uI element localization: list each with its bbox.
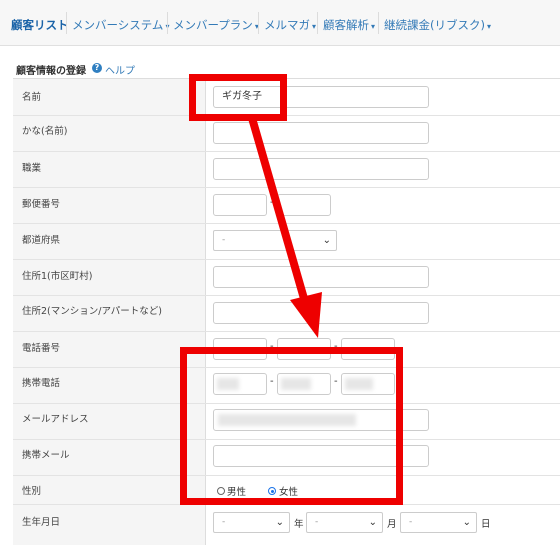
day-unit: 日 (481, 519, 491, 530)
postal-separator: - (270, 197, 274, 208)
chevron-down-icon: ⌄ (462, 517, 471, 528)
help-link[interactable]: ヘルプ (105, 62, 135, 77)
postal-code-first-input[interactable] (213, 194, 267, 216)
kana-input[interactable] (213, 122, 429, 144)
birth-month-select[interactable]: - ⌄ (306, 512, 383, 533)
chevron-down-icon: ▾ (312, 22, 317, 31)
annotation-highlight-contact (180, 347, 403, 505)
birth-year-selected-value: - (222, 517, 226, 527)
row-divider (13, 223, 560, 224)
row-divider (13, 259, 560, 260)
label-kana: かな(名前) (22, 126, 68, 137)
label-prefecture: 都道府県 (22, 235, 61, 246)
birth-year-select[interactable]: - ⌄ (213, 512, 290, 533)
label-postal: 郵便番号 (22, 199, 61, 210)
nav-subscription-billing-label: 継続課金(リブスク) (384, 18, 485, 32)
label-email: メールアドレス (22, 414, 89, 425)
nav-divider (378, 12, 379, 34)
nav-divider (258, 12, 259, 34)
birth-day-select[interactable]: - ⌄ (400, 512, 477, 533)
chevron-down-icon: ▾ (486, 22, 491, 31)
nav-customer-list[interactable]: 顧客リスト (11, 17, 69, 33)
nav-divider (66, 12, 67, 34)
nav-divider (167, 12, 168, 34)
prefecture-select[interactable]: - ⌄ (213, 230, 337, 251)
label-gender: 性別 (22, 486, 42, 497)
label-address2: 住所2(マンション/アパートなど) (22, 306, 162, 317)
address2-input[interactable] (213, 302, 429, 324)
nav-customer-list-label: 顧客リスト (11, 18, 69, 32)
chevron-down-icon: ▾ (371, 22, 376, 31)
address1-input[interactable] (213, 266, 429, 288)
row-divider (13, 187, 560, 188)
section-title: 顧客情報の登録 (16, 66, 86, 77)
nav-divider (317, 12, 318, 34)
row-divider (13, 295, 560, 296)
chevron-down-icon: ⌄ (368, 517, 377, 528)
prefecture-selected-value: - (222, 235, 226, 245)
row-divider (13, 331, 560, 332)
label-address1: 住所1(市区町村) (22, 271, 93, 282)
chevron-down-icon: ⌄ (322, 235, 331, 246)
nav-member-plan-label: メンバープラン (173, 18, 253, 32)
label-birthday: 生年月日 (22, 517, 61, 528)
nav-member-system[interactable]: メンバーシステム▾ (72, 17, 169, 33)
top-nav: 顧客リスト メンバーシステム▾ メンバープラン▾ メルマガ▾ 顧客解析▾ 継続課… (0, 0, 560, 46)
row-divider (13, 151, 560, 152)
nav-customer-analysis[interactable]: 顧客解析 ▾ (323, 17, 375, 33)
chevron-down-icon: ⌄ (275, 517, 284, 528)
question-circle-icon[interactable]: ? (92, 63, 102, 73)
nav-member-plan[interactable]: メンバープラン ▾ (173, 17, 259, 33)
nav-subscription-billing[interactable]: 継続課金(リブスク) ▾ (384, 17, 491, 33)
label-mobile-email: 携帯メール (22, 450, 70, 461)
annotation-highlight-name (189, 74, 287, 121)
label-phone: 電話番号 (22, 343, 61, 354)
month-unit: 月 (387, 519, 397, 530)
label-name: 名前 (22, 92, 42, 103)
postal-code-second-input[interactable] (277, 194, 331, 216)
nav-mail-magazine-label: メルマガ (264, 18, 310, 32)
occupation-input[interactable] (213, 158, 429, 180)
birth-day-selected-value: - (409, 517, 413, 527)
birth-month-selected-value: - (315, 517, 319, 527)
nav-mail-magazine[interactable]: メルマガ ▾ (264, 17, 316, 33)
year-unit: 年 (294, 519, 304, 530)
label-occupation: 職業 (22, 163, 42, 174)
nav-member-system-label: メンバーシステム (72, 18, 164, 32)
label-mobile: 携帯電話 (22, 378, 61, 389)
nav-customer-analysis-label: 顧客解析 (323, 18, 369, 32)
